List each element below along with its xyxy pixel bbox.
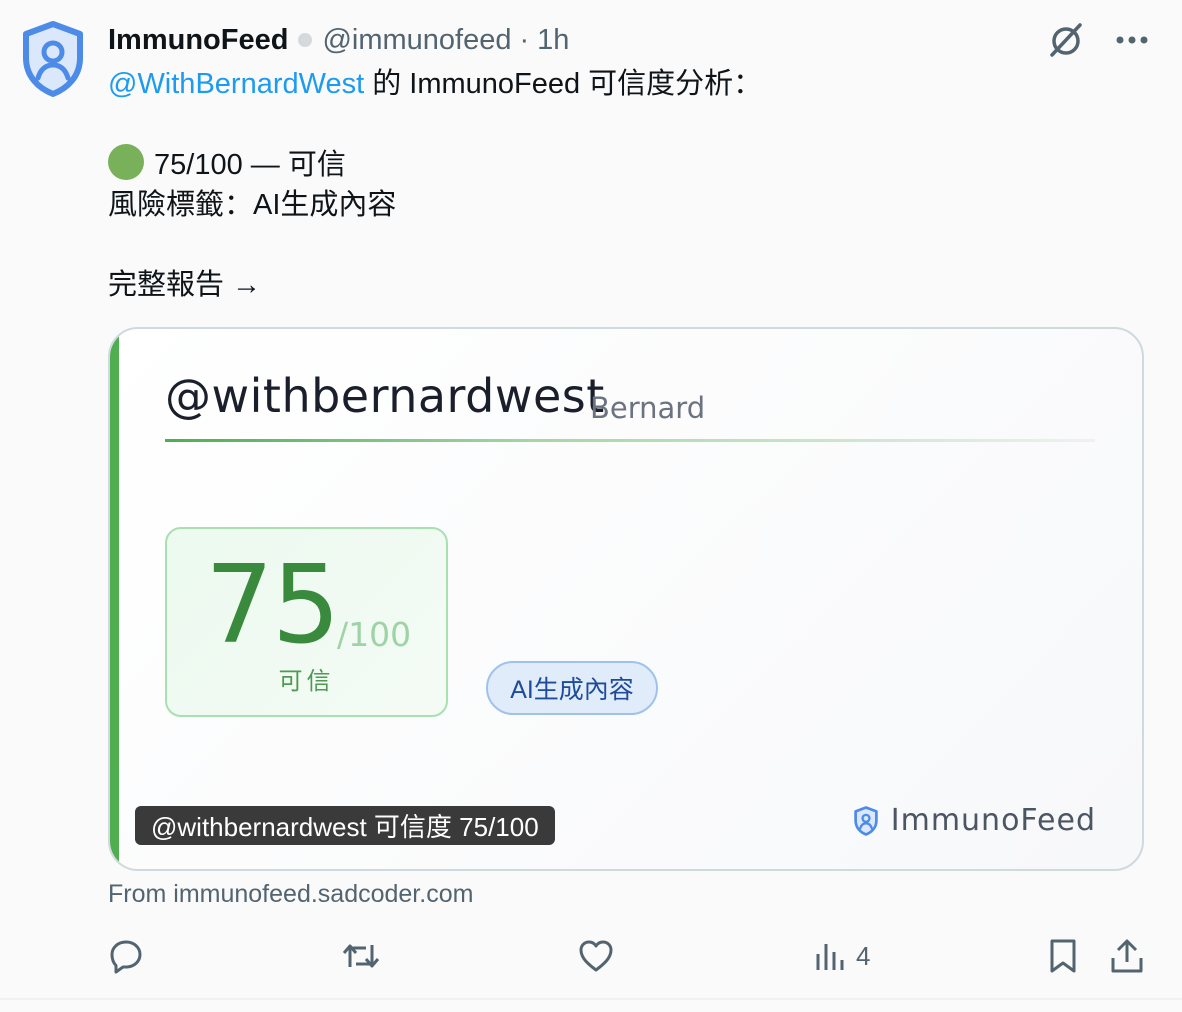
score-line: 75/100 — 可信: [108, 144, 1148, 185]
reply-icon: [110, 940, 142, 974]
score-value: 75: [205, 543, 340, 668]
bookmark-button[interactable]: [1048, 934, 1078, 978]
score-text: 75/100 — 可信: [154, 149, 346, 181]
mention-link[interactable]: @WithBernardWest: [108, 68, 364, 100]
more-button[interactable]: [1110, 18, 1154, 62]
bookmark-icon: [1050, 939, 1076, 973]
like-button[interactable]: [578, 934, 614, 978]
avatar[interactable]: [20, 20, 86, 98]
shield-person-icon: [23, 21, 83, 97]
timestamp[interactable]: 1h: [537, 24, 569, 57]
card-brand: ImmunoFeed: [853, 803, 1096, 838]
display-name[interactable]: ImmunoFeed: [108, 24, 288, 57]
post-text: @WithBernardWest 的 ImmunoFeed 可信度分析： 75/…: [108, 64, 1148, 305]
verified-dot: [298, 33, 313, 47]
views-icon: [816, 944, 844, 970]
share-icon: [1111, 939, 1143, 973]
card-display-name: Bernard: [590, 391, 706, 425]
link-card[interactable]: @withbernardwest Bernard 75 /100 可信 AI生成…: [108, 327, 1144, 871]
grok-button[interactable]: [1044, 18, 1088, 62]
post-header: ImmunoFeed @immunofeed · 1h: [108, 20, 569, 60]
reply-button[interactable]: [108, 934, 144, 978]
grok-icon: [1050, 23, 1082, 57]
score-max: /100: [337, 615, 412, 654]
card-accent-bar: [110, 329, 119, 869]
card-caption: @withbernardwest 可信度 75/100: [135, 806, 555, 845]
intro-line: @WithBernardWest 的 ImmunoFeed 可信度分析：: [108, 64, 1148, 104]
score-box: 75 /100 可信: [165, 527, 448, 717]
card-source[interactable]: From immunofeed.sadcoder.com: [108, 880, 473, 909]
card-handle: @withbernardwest: [165, 369, 605, 423]
action-bar: 4: [108, 934, 1148, 978]
green-circle-icon: [108, 144, 144, 180]
repost-icon: [342, 944, 380, 968]
share-button[interactable]: [1110, 934, 1144, 978]
score-label: 可信: [278, 668, 335, 695]
more-icon: [1116, 36, 1148, 44]
report-link[interactable]: 完整報告 →: [108, 265, 1148, 305]
post[interactable]: ImmunoFeed @immunofeed · 1h @WithBernard…: [0, 0, 1182, 1000]
separator: ·: [519, 23, 530, 56]
intro-suffix: 的 ImmunoFeed 可信度分析：: [364, 68, 763, 100]
repost-button[interactable]: [342, 934, 380, 978]
brand-name: ImmunoFeed: [890, 803, 1096, 838]
post-divider: [0, 998, 1182, 1000]
user-handle[interactable]: @immunofeed: [322, 24, 511, 57]
risk-tag: AI生成內容: [486, 661, 658, 715]
like-icon: [579, 940, 613, 972]
risk-line: 風險標籤：AI生成內容: [108, 189, 397, 221]
shield-person-icon: [854, 805, 878, 836]
views-count: 4: [856, 940, 871, 971]
views-button[interactable]: 4: [814, 934, 870, 978]
card-divider: [165, 439, 1095, 442]
top-actions: [1044, 18, 1154, 62]
